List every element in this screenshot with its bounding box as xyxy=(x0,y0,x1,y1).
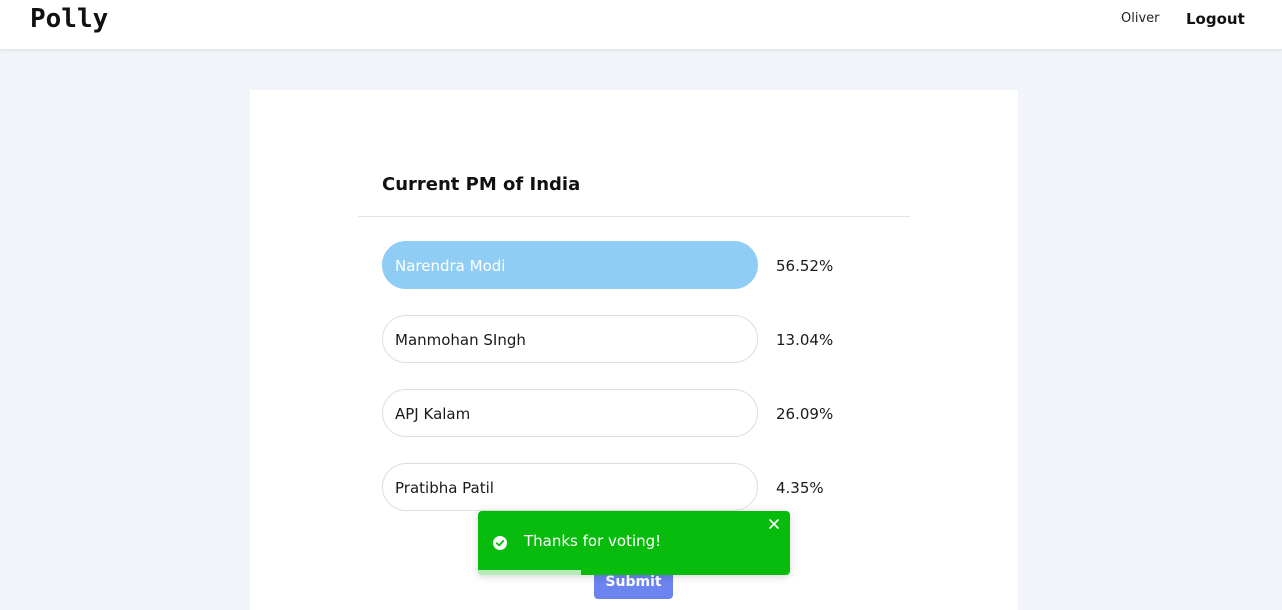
toast-notification[interactable]: Thanks for voting! xyxy=(478,511,790,575)
nav-username[interactable]: Oliver xyxy=(1121,11,1160,26)
brand-logo[interactable]: Polly xyxy=(30,4,108,34)
option-percent: 13.04% xyxy=(776,331,834,349)
option-percent: 26.09% xyxy=(776,405,834,423)
option-percent: 56.52% xyxy=(776,257,834,275)
divider xyxy=(358,216,910,217)
poll-option-narendra-modi[interactable]: Narendra Modi xyxy=(382,241,758,289)
poll-option-pratibha-patil[interactable]: Pratibha Patil xyxy=(382,463,758,511)
close-icon[interactable] xyxy=(767,517,781,531)
option-percent: 4.35% xyxy=(776,479,824,497)
toast-message: Thanks for voting! xyxy=(524,532,662,550)
poll-option-apj-kalam[interactable]: APJ Kalam xyxy=(382,389,758,437)
option-label: Manmohan SIngh xyxy=(395,331,526,349)
poll-option-manmohan-singh[interactable]: Manmohan SIngh xyxy=(382,315,758,363)
option-label: Narendra Modi xyxy=(395,257,506,275)
poll-question: Current PM of India xyxy=(382,174,581,195)
option-label: APJ Kalam xyxy=(395,405,471,423)
check-circle-icon xyxy=(493,536,507,550)
option-label: Pratibha Patil xyxy=(395,479,494,497)
logout-link[interactable]: Logout xyxy=(1186,10,1245,28)
toast-progress-bar xyxy=(478,570,581,575)
navbar: Polly Oliver Logout xyxy=(0,0,1282,50)
